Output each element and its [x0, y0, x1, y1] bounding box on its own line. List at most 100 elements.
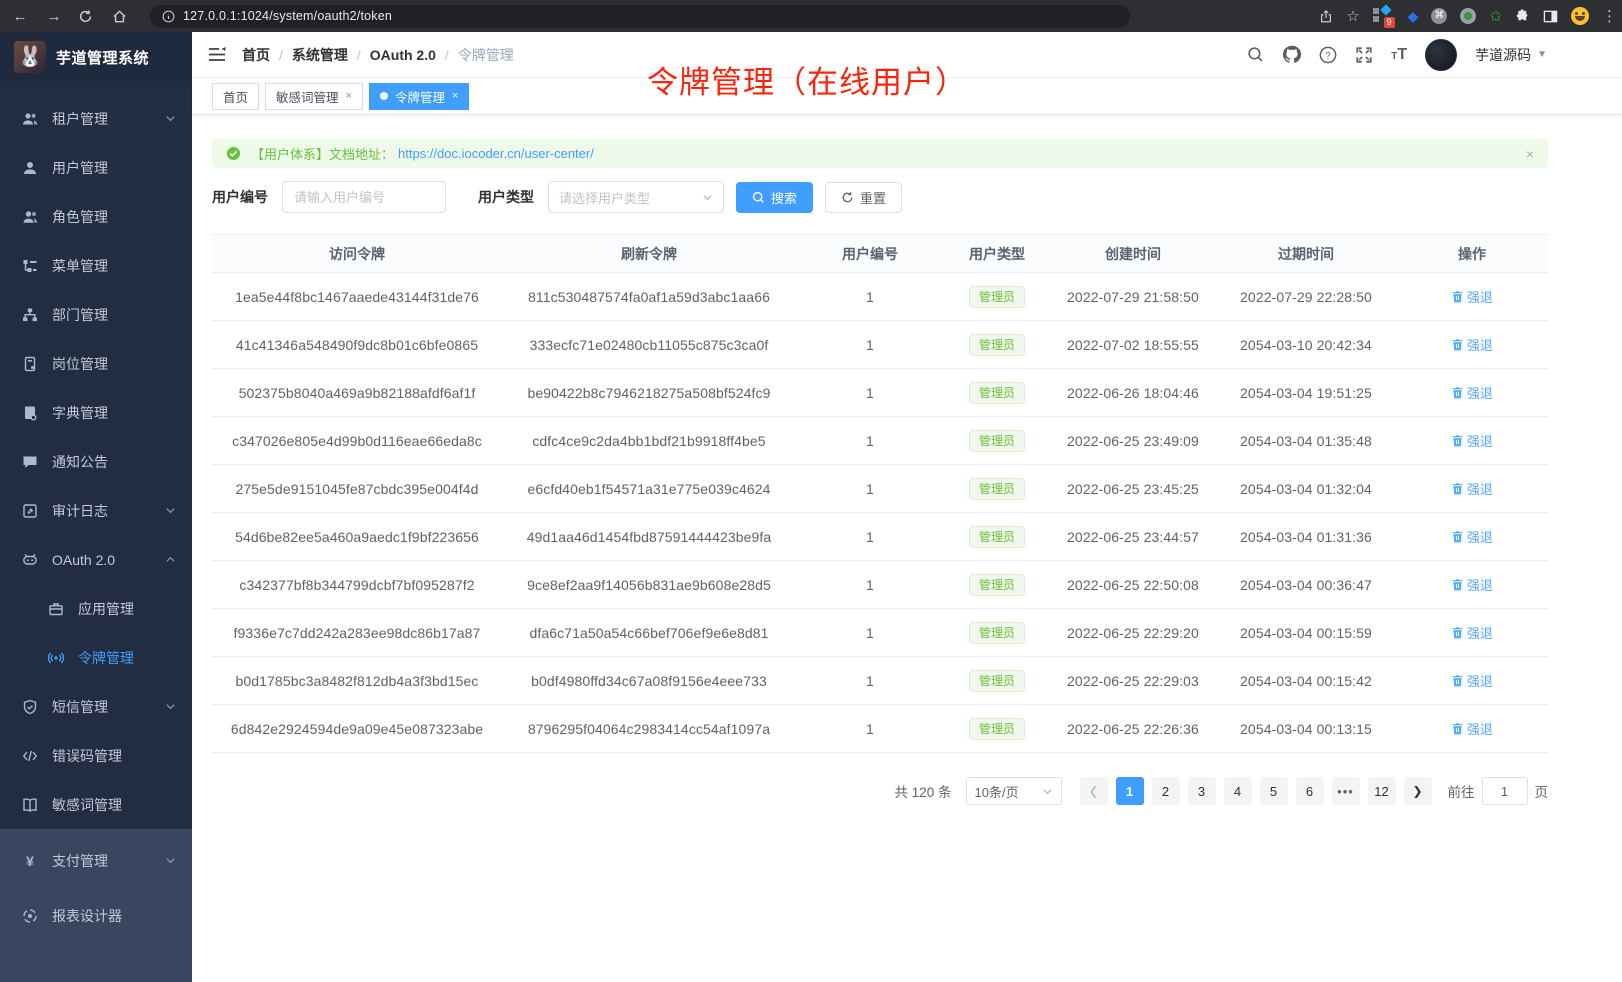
page-ellipsis[interactable]: ••• [1332, 777, 1360, 805]
font-size-icon[interactable]: TT [1391, 46, 1407, 64]
browser-menu-icon[interactable]: ⋮ [1602, 7, 1612, 25]
page-button-4[interactable]: 4 [1224, 777, 1252, 805]
sidebar-item-menu[interactable]: 菜单管理 [0, 241, 192, 290]
table-row: c347026e805e4d99b0d116eae66eda8ccdfc4ce9… [212, 417, 1548, 465]
address-bar[interactable]: 127.0.0.1:1024/system/oauth2/token [150, 5, 1130, 28]
force-logout-button[interactable]: 强退 [1451, 287, 1493, 306]
prev-page-button[interactable]: ❮ [1080, 777, 1108, 805]
command-extension-icon[interactable]: ⌘ [1431, 8, 1447, 24]
breadcrumb-separator: / [357, 47, 361, 63]
help-icon[interactable]: ? [1319, 46, 1337, 64]
next-page-button[interactable]: ❯ [1404, 777, 1432, 805]
sidebar-item-errcode[interactable]: 错误码管理 [0, 731, 192, 780]
reload-icon[interactable] [78, 9, 98, 24]
force-logout-button[interactable]: 强退 [1451, 383, 1493, 402]
search-button[interactable]: 搜索 [736, 182, 813, 213]
breadcrumb-item[interactable]: OAuth 2.0 [370, 47, 436, 63]
forward-icon[interactable]: → [44, 8, 64, 25]
sidebar-item-audit[interactable]: 审计日志 [0, 486, 192, 535]
extension-badge-icon[interactable]: 9 [1373, 6, 1395, 26]
tab-首页[interactable]: 首页 [212, 83, 259, 110]
user-avatar[interactable] [1425, 39, 1457, 71]
created-time-cell: 2022-06-25 23:44:57 [1050, 513, 1216, 561]
expire-time-cell: 2054-03-04 00:15:42 [1216, 657, 1396, 705]
tab-敏感词管理[interactable]: 敏感词管理× [265, 83, 363, 110]
page-button-2[interactable]: 2 [1152, 777, 1180, 805]
sidebar-item-dict[interactable]: 字典管理 [0, 388, 192, 437]
alert-close-icon[interactable]: × [1526, 146, 1534, 162]
goto-page-input[interactable] [1482, 777, 1528, 805]
sidebar-item-token[interactable]: 令牌管理 [0, 633, 192, 682]
app-logo-row[interactable]: 🐰 芋道管理系统 [0, 32, 192, 82]
sidebar-item-notice[interactable]: 通知公告 [0, 437, 192, 486]
sidebar-item-dept[interactable]: 部门管理 [0, 290, 192, 339]
sidebar-item-post[interactable]: 岗位管理 [0, 339, 192, 388]
access-token-cell: c342377bf8b344799dcbf7bf095287f2 [212, 561, 502, 609]
page-button-12[interactable]: 12 [1368, 777, 1396, 805]
close-icon[interactable]: × [346, 90, 352, 102]
bookmark-star-icon[interactable]: ☆ [1346, 7, 1359, 25]
force-logout-button[interactable]: 强退 [1451, 623, 1493, 642]
page-size-select[interactable]: 10条/页 [966, 777, 1062, 805]
force-logout-button[interactable]: 强退 [1451, 479, 1493, 498]
github-icon[interactable] [1282, 45, 1301, 64]
sidebar-item-pay[interactable]: ¥支付管理 [0, 833, 192, 888]
sidebar-item-user[interactable]: 用户管理 [0, 143, 192, 192]
profile-avatar-icon[interactable] [1571, 7, 1589, 25]
search-icon[interactable] [1247, 46, 1264, 63]
force-logout-button[interactable]: 强退 [1451, 575, 1493, 594]
breadcrumb-item[interactable]: 首页 [242, 45, 270, 65]
page-button-3[interactable]: 3 [1188, 777, 1216, 805]
page-button-1[interactable]: 1 [1116, 777, 1144, 805]
side-panel-icon[interactable] [1543, 9, 1558, 24]
app-logo: 🐰 [14, 41, 46, 73]
sidebar-item-label: OAuth 2.0 [52, 552, 115, 568]
column-header: 用户编号 [796, 235, 944, 273]
force-logout-button[interactable]: 强退 [1451, 527, 1493, 546]
fullscreen-icon[interactable] [1355, 46, 1373, 64]
sidebar: 🐰 芋道管理系统 租户管理用户管理角色管理菜单管理部门管理岗位管理字典管理通知公… [0, 32, 192, 982]
sidebar-item-role[interactable]: 角色管理 [0, 192, 192, 241]
created-time-cell: 2022-07-29 21:58:50 [1050, 273, 1216, 321]
star-extension-icon[interactable]: ✩ [1489, 7, 1502, 25]
back-icon[interactable]: ← [10, 8, 30, 25]
collapse-sidebar-icon[interactable] [209, 47, 226, 62]
reset-button[interactable]: 重置 [825, 182, 902, 213]
delete-icon [1451, 338, 1464, 351]
user-type-cell: 管理员 [944, 657, 1050, 705]
force-logout-button[interactable]: 强退 [1451, 431, 1493, 450]
force-logout-button[interactable]: 强退 [1451, 335, 1493, 354]
recorder-extension-icon[interactable] [1460, 8, 1476, 24]
sidebar-item-report[interactable]: 报表设计器 [0, 888, 192, 943]
page-button-5[interactable]: 5 [1260, 777, 1288, 805]
delete-icon [1451, 482, 1464, 495]
breadcrumb-item[interactable]: 系统管理 [292, 45, 348, 65]
close-icon[interactable]: × [452, 90, 458, 102]
sidebar-item-tenant[interactable]: 租户管理 [0, 94, 192, 143]
user-menu[interactable]: 芋道源码 ▼ [1475, 45, 1547, 65]
tab-令牌管理[interactable]: 令牌管理× [369, 83, 469, 110]
gem-extension-icon[interactable]: ◆ [1408, 8, 1419, 25]
sidebar-item-oauth[interactable]: OAuth 2.0 [0, 535, 192, 584]
user-type-badge: 管理员 [969, 382, 1025, 404]
access-token-cell: b0d1785bc3a8482f812db4a3f3bd15ec [212, 657, 502, 705]
user-type-badge: 管理员 [969, 334, 1025, 356]
topbar: 首页/系统管理/OAuth 2.0/令牌管理 ? TT 芋道源码 [192, 32, 1622, 78]
access-token-cell: 502375b8040a469a9b82188afdf6af1f [212, 369, 502, 417]
user-type-select[interactable]: 请选择用户类型 [548, 181, 724, 213]
user-id-input[interactable] [282, 181, 446, 213]
active-dot-icon [380, 92, 388, 100]
doc-link[interactable]: https://doc.iocoder.cn/user-center/ [398, 146, 594, 161]
force-logout-button[interactable]: 强退 [1451, 719, 1493, 738]
user-type-cell: 管理员 [944, 609, 1050, 657]
site-info-icon[interactable] [162, 10, 175, 23]
sidebar-item-sms[interactable]: 短信管理 [0, 682, 192, 731]
sidebar-item-sensitive[interactable]: 敏感词管理 [0, 780, 192, 829]
page-button-6[interactable]: 6 [1296, 777, 1324, 805]
expire-time-cell: 2054-03-04 00:36:47 [1216, 561, 1396, 609]
force-logout-button[interactable]: 强退 [1451, 671, 1493, 690]
home-icon[interactable] [112, 9, 132, 24]
sidebar-item-oauth-app[interactable]: 应用管理 [0, 584, 192, 633]
share-icon[interactable] [1319, 9, 1333, 24]
extensions-puzzle-icon[interactable] [1515, 9, 1530, 24]
